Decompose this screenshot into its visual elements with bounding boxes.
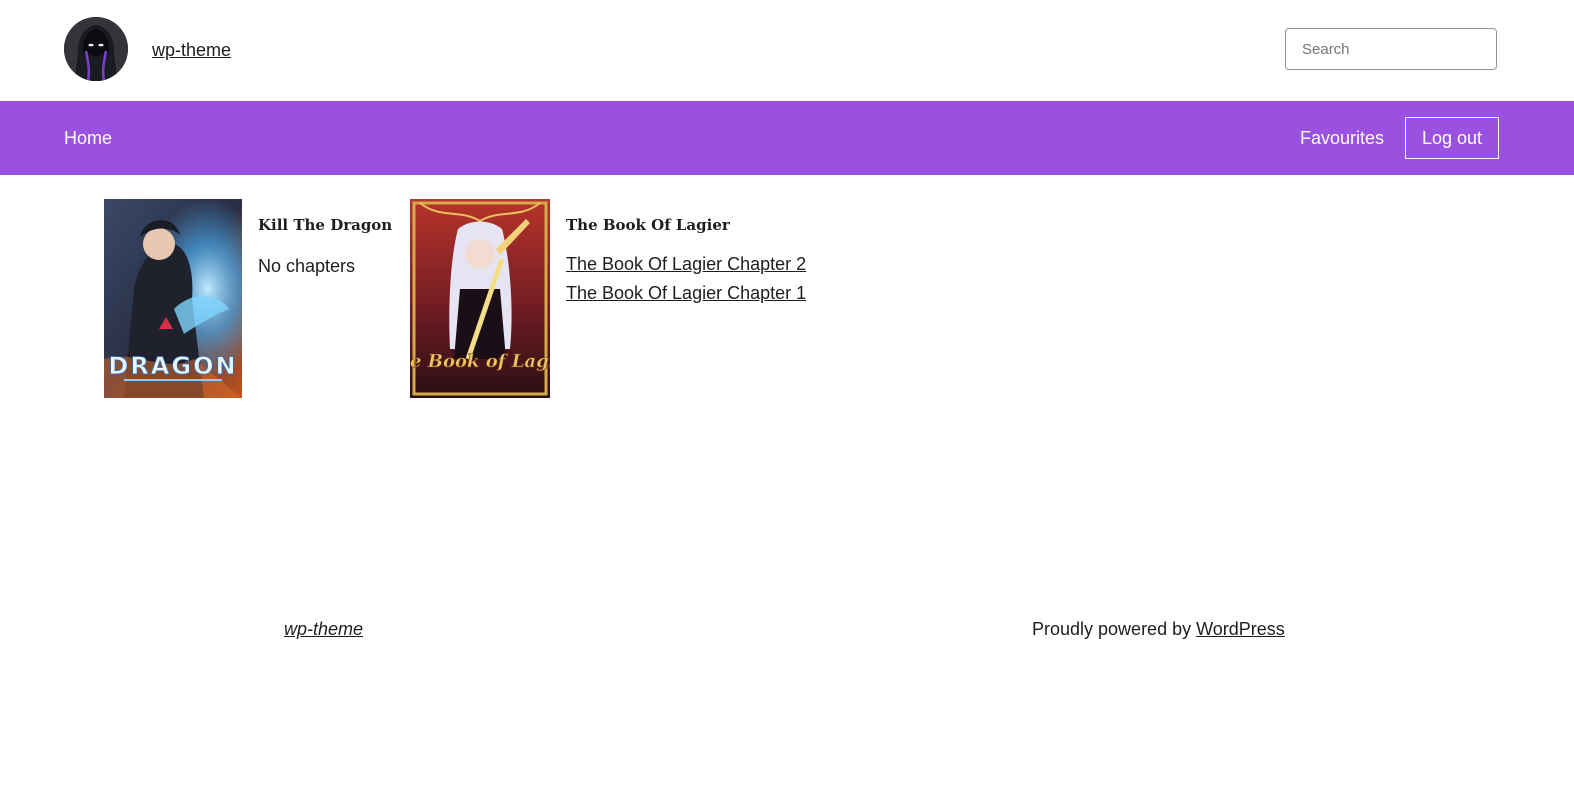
search-input[interactable]	[1285, 28, 1497, 70]
logout-button[interactable]: Log out	[1405, 117, 1499, 159]
hooded-figure-icon	[64, 17, 128, 81]
manga-cover-art: The Book of Lagier	[410, 199, 550, 398]
footer-credit: Proudly powered by WordPress	[1032, 618, 1285, 640]
cover-image-kill-the-dragon[interactable]: DRAGON	[104, 199, 242, 398]
cover-title-text: DRAGON	[108, 352, 237, 380]
site-logo-avatar[interactable]	[64, 17, 128, 81]
footer-site-title-link[interactable]: wp-theme	[284, 618, 363, 640]
cover-image-the-book-of-lagier[interactable]: The Book of Lagier	[410, 199, 550, 398]
credit-prefix-text: Proudly powered by	[1032, 619, 1197, 639]
series-title: The Book Of Lagier	[566, 216, 730, 234]
series-title: Kill The Dragon	[258, 216, 393, 234]
nav-home-link[interactable]: Home	[64, 101, 112, 175]
site-title-link[interactable]: wp-theme	[152, 39, 231, 61]
cover-title-text: The Book of Lagier	[410, 351, 550, 372]
main-navigation: Home Favourites Log out	[0, 101, 1574, 175]
wordpress-link[interactable]: WordPress	[1196, 619, 1285, 639]
no-chapters-text: No chapters	[258, 256, 356, 276]
nav-favourites-link[interactable]: Favourites	[1300, 101, 1384, 175]
chapter-link[interactable]: The Book Of Lagier Chapter 2	[566, 253, 806, 275]
manga-cover-art: DRAGON	[104, 199, 242, 398]
chapter-link[interactable]: The Book Of Lagier Chapter 1	[566, 282, 806, 304]
site-header: wp-theme	[0, 0, 1574, 101]
